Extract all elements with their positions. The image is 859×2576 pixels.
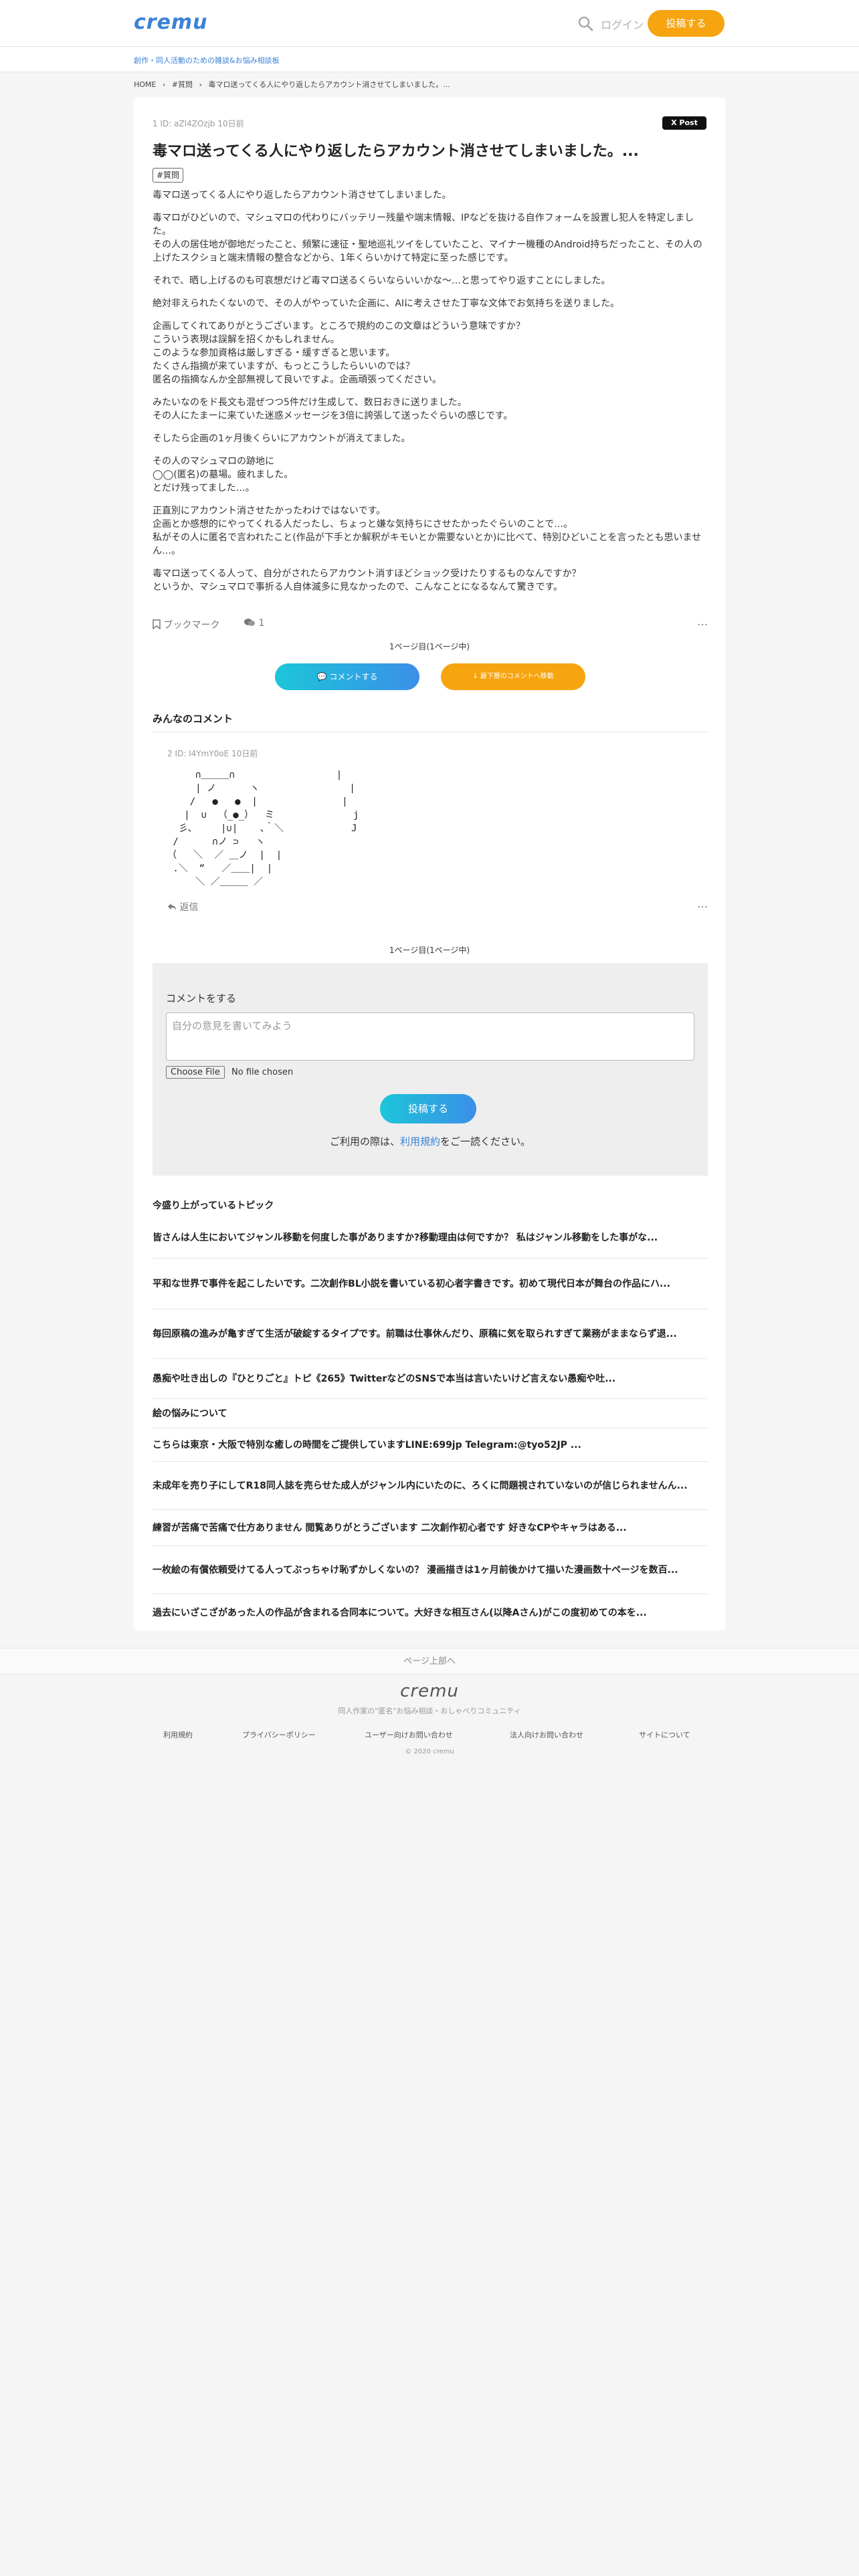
post-paragraph: 毒マロ送ってくる人にやり返したらアカウント消させてしまいました。 [153,190,452,201]
bookmark-icon [153,619,161,630]
site-header: cremu ログイン 投稿する [0,0,859,47]
footer-link-business-contact[interactable]: 法人向けお問い合わせ [510,1729,583,1740]
login-link[interactable]: ログイン [601,16,644,32]
submit-comment-button[interactable]: 投稿する [380,1094,476,1123]
post-paragraph: 毒マロがひどいので、マシュマロの代わりにバッテリー残量や端末情報、IPなどを抜け… [153,213,702,263]
terms-suffix: をご一読ください。 [440,1136,531,1148]
post-paragraph: みたいなのをド長文も混ぜつつ5件だけ生成して、数日おきに送りました。 その人にた… [153,397,513,421]
post-tag[interactable]: #質問 [153,168,184,183]
post-paragraph: 企画してくれてありがとうございます。ところで規約のこの文章はどういう意味ですか？… [153,321,525,385]
back-to-top[interactable]: ページ上部へ [0,1648,859,1675]
comment-form: コメントをする Choose File No file chosen 投稿する … [153,963,708,1176]
more-icon[interactable]: … [697,615,708,628]
comments-section-title: みんなのコメント [153,713,233,725]
terms-link[interactable]: 利用規約 [400,1136,440,1148]
comment-form-title: コメントをする [166,992,237,1004]
post-meta: 1 ID: aZl4ZOzjb 10日前 [153,119,244,128]
topic-item[interactable]: 愚痴や吐き出しの『ひとりごと』トピ《265》TwitterなどのSNSで本当は言… [153,1359,708,1399]
comment-textarea[interactable] [166,1012,694,1061]
search-icon[interactable] [577,15,594,32]
comment-more-icon[interactable]: … [697,897,708,910]
comment-count-value: 1 [258,618,265,629]
post-paragraph: それで、晒し上げるのも可哀想だけど毒マロ送るくらいならいいかな〜…と思ってやり返… [153,276,611,286]
x-post-button[interactable]: X Post [662,116,706,130]
terms-notice: ご利用の際は、利用規約をご一読ください。 [153,1134,708,1148]
post-paragraph: 絶対非えられたくないので、その人がやっていた企画に、AIに考えさせた丁寧な文体で… [153,298,620,309]
post-paragraph: そしたら企画の1ヶ月後くらいにアカウントが消えてました。 [153,433,411,444]
choose-file-button[interactable]: Choose File [166,1066,225,1079]
topic-item[interactable]: 過去にいざこざがあった人の作品が含まれる合同本について。大好きな相互さん(以降A… [153,1594,708,1632]
post-body: 毒マロ送ってくる人にやり返したらアカウント消させてしまいました。 毒マロがひどい… [153,189,708,603]
post-paragraph: その人のマシュマロの跡地に ◯◯(匿名)の墓場。疲れました。 とだけ残ってました… [153,456,294,494]
reply-button[interactable]: 返信 [167,900,198,914]
trending-topics-list: 皆さんは人生においてジャンル移動を何度した事がありますか?移動理由は何ですか？ … [153,1217,708,1632]
post-actions: ブックマーク 1 … [153,615,708,634]
breadcrumb-category[interactable]: #質問 [172,80,193,89]
topic-item[interactable]: 一枚絵の有償依頼受けてる人ってぶっちゃけ恥ずかしくないの？ 漫画描きは1ヶ月前後… [153,1546,708,1594]
footer-link-user-contact[interactable]: ユーザー向けお問い合わせ [365,1729,453,1740]
pagination-top: 1ページ目(1ページ中) [389,642,470,651]
subheader: 創作・同人活動のための雑談&お悩み相談板 [0,47,859,72]
footer-copyright: © 2020 cremu [405,1748,454,1755]
comment-meta: 2 ID: I4YmY0oE 10日前 [167,749,258,758]
latest-comment-button[interactable]: ↓ 最下層のコメントへ移動 [441,663,585,690]
comment-count[interactable]: 1 [244,618,264,629]
trending-topics-title: 今盛り上がっているトピック [153,1200,274,1211]
site-footer: cremu 同人作家の"匿名"お悩み相談・おしゃべりコミュニティ 利用規約 プラ… [0,1675,859,1755]
footer-link-terms[interactable]: 利用規約 [163,1729,193,1740]
post-paragraph: 正直別にアカウント消させたかったわけではないです。 企画とか感想的にやってくれる… [153,506,702,556]
topic-item[interactable]: 未成年を売り子にしてR18同人誌を売らせた成人がジャンル内にいたのに、ろくに問題… [153,1462,708,1510]
topic-item[interactable]: 皆さんは人生においてジャンル移動を何度した事がありますか?移動理由は何ですか？ … [153,1217,708,1259]
post-card: 1 ID: aZl4ZOzjb 10日前 X Post 毒マロ送ってくる人にやり… [134,98,725,1630]
file-input[interactable]: Choose File No file chosen [166,1066,293,1079]
post-title: 毒マロ送ってくる人にやり返したらアカウント消させてしまいました。... [153,143,639,160]
topic-item[interactable]: 毎回原稿の進みが亀すぎて生活が破綻するタイプです。前職は仕事休んだり、原稿に気を… [153,1309,708,1359]
header-post-button[interactable]: 投稿する [648,10,725,37]
topic-item[interactable]: 練習が苦痛で苦痛で仕方ありません 閲覧ありがとうございます 二次創作初心者です … [153,1510,708,1546]
file-status: No file chosen [231,1067,294,1077]
comment-ascii-art: ∩＿＿＿∩ | | ノ ヽ | / ● ● | | | ∪ （_●_） ミ j … [167,770,359,887]
breadcrumb-current: 毒マロ送ってくる人にやり返したらアカウント消させてしまいました。... [208,80,450,89]
topic-item[interactable]: 絵の悩みについて [153,1399,708,1428]
footer-logo[interactable]: cremu [0,1681,859,1701]
reply-label: 返信 [179,902,199,913]
bookmark-button[interactable]: ブックマーク [153,618,219,631]
breadcrumb: HOME › #質問 › 毒マロ送ってくる人にやり返したらアカウント消させてしま… [134,79,454,90]
breadcrumb-separator: › [162,80,166,89]
comment-bubble-icon [244,619,255,626]
breadcrumb-home[interactable]: HOME [134,80,156,89]
bookmark-label: ブックマーク [163,620,220,631]
terms-prefix: ご利用の際は、 [329,1136,400,1148]
comment-button[interactable]: 💬 コメントする [275,663,419,690]
reply-arrow-icon [168,903,176,910]
footer-link-about[interactable]: サイトについて [639,1729,690,1740]
post-paragraph: 毒マロ送ってくる人って、自分がされたらアカウント消すほどショック受けたりするもの… [153,568,581,593]
comment-item: 2 ID: I4YmY0oE 10日前 ∩＿＿＿∩ | | ノ ヽ | / ● … [167,748,708,913]
topic-item[interactable]: こちらは東京・大阪で特別な癒しの時間をご提供していますLINE:699jp Te… [153,1428,708,1462]
pagination-bottom: 1ページ目(1ページ中) [389,946,470,955]
site-logo[interactable]: cremu [134,11,208,34]
topic-item[interactable]: 平和な世界で事件を起こしたいです。二次創作BL小説を書いている初心者字書きです。… [153,1259,708,1309]
footer-link-privacy[interactable]: プライバシーポリシー [242,1729,316,1740]
footer-tagline: 同人作家の"匿名"お悩み相談・おしゃべりコミュニティ [338,1707,521,1715]
breadcrumb-separator: › [199,80,202,89]
site-tagline[interactable]: 創作・同人活動のための雑談&お悩み相談板 [134,55,280,66]
